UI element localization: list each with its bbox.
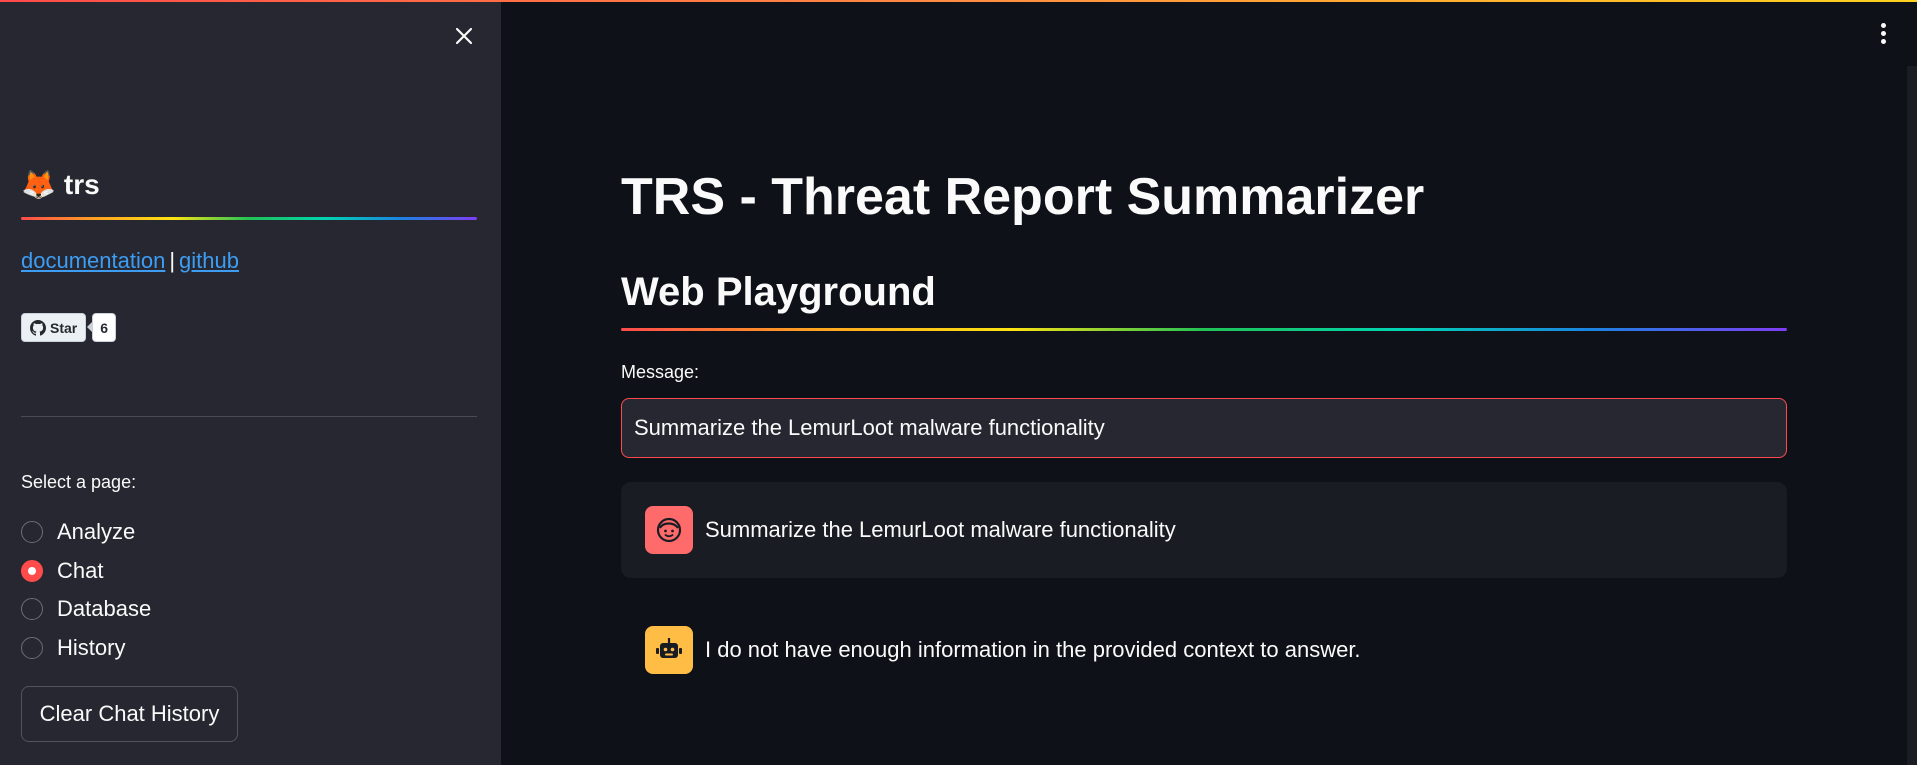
- github-icon: [30, 319, 46, 336]
- sidebar-brand: 🦊 trs: [21, 168, 100, 201]
- user-face-icon: [656, 517, 682, 543]
- page-select-label: Select a page:: [21, 472, 137, 492]
- sidebar-links: documentation | github: [21, 248, 239, 274]
- github-star-count[interactable]: 6: [87, 313, 117, 342]
- radio-analyze[interactable]: Analyze: [21, 513, 151, 552]
- fox-icon: 🦊: [21, 169, 56, 200]
- menu-dot: [1880, 38, 1886, 44]
- github-star-button[interactable]: Star: [21, 313, 87, 342]
- github-star-label: Star: [50, 319, 78, 336]
- radio-label: Database: [57, 596, 152, 622]
- scrollbar-track[interactable]: [1907, 66, 1917, 765]
- page-radio-group: Analyze Chat Database History: [21, 513, 151, 667]
- assistant-avatar: [645, 626, 693, 674]
- github-star-badge[interactable]: Star 6: [21, 313, 117, 342]
- sidebar: 🦊 trs documentation | github Star 6 Select…: [0, 0, 501, 765]
- subtitle-rainbow-divider: [621, 328, 1787, 331]
- radio-button-selected[interactable]: [21, 559, 43, 582]
- main-menu-button[interactable]: [1870, 18, 1896, 48]
- radio-label: Analyze: [57, 519, 136, 545]
- close-icon: [455, 27, 473, 45]
- brand-name: trs: [63, 168, 100, 200]
- radio-chat[interactable]: Chat: [21, 552, 151, 591]
- page-title: TRS - Threat Report Summarizer: [621, 168, 1425, 226]
- chat-message-user: Summarize the LemurLoot malware function…: [621, 482, 1787, 578]
- radio-button[interactable]: [21, 636, 43, 659]
- sidebar-rainbow-divider: [21, 217, 477, 220]
- radio-button[interactable]: [21, 598, 43, 621]
- section-subtitle: Web Playground: [621, 270, 936, 314]
- radio-history[interactable]: History: [21, 629, 151, 668]
- github-link[interactable]: github: [179, 248, 239, 273]
- close-sidebar-button[interactable]: [448, 20, 480, 52]
- link-separator: |: [169, 248, 176, 273]
- chat-message-assistant: I do not have enough information in the …: [621, 602, 1787, 698]
- message-label: Message:: [621, 362, 700, 382]
- chat-message-text: I do not have enough information in the …: [705, 637, 1361, 662]
- menu-dot: [1880, 30, 1886, 36]
- top-decoration-bar: [0, 0, 1917, 2]
- menu-dot: [1880, 22, 1886, 28]
- clear-chat-history-button[interactable]: Clear Chat History: [21, 686, 238, 742]
- documentation-link[interactable]: documentation: [21, 248, 165, 273]
- radio-database[interactable]: Database: [21, 590, 151, 629]
- radio-label: History: [57, 634, 126, 660]
- user-avatar: [645, 506, 693, 554]
- radio-button[interactable]: [21, 521, 43, 544]
- radio-label: Chat: [57, 557, 104, 583]
- message-input[interactable]: [621, 398, 1787, 458]
- robot-icon: [656, 638, 682, 658]
- chat-message-text: Summarize the LemurLoot malware function…: [705, 517, 1176, 542]
- sidebar-divider: [21, 416, 477, 417]
